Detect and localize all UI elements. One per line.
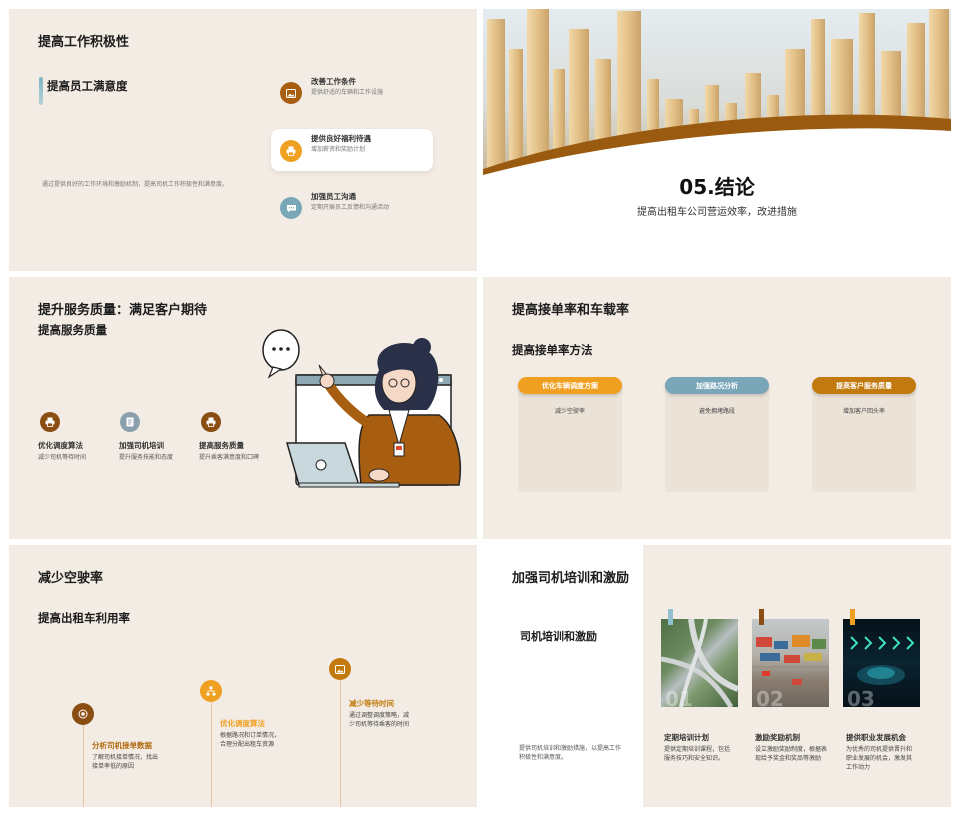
card-title-1: 定期培训计划: [664, 733, 709, 742]
slide-subtitle: 提高出租车公司营运效率，改进措施: [637, 207, 797, 218]
target-icon: [72, 703, 94, 725]
card-number-3: 03: [847, 687, 875, 707]
slide-title: 05.结论: [679, 175, 755, 199]
port-photo: 02: [752, 619, 829, 707]
slide-title: 减少空驶率: [38, 571, 104, 586]
item-desc-1: 了解司机接单情况，找出接单率低的原因: [92, 754, 159, 770]
slide-conclusion[interactable]: 05.结论 提高出租车公司营运效率，改进措施: [483, 9, 951, 271]
slide-subtitle: 提高出租车利用率: [38, 611, 130, 625]
slide-title: 加强司机培训和激励: [512, 571, 630, 586]
slide-description: 提供司机培训和激励措施，以提高工作积极性和满意度。: [519, 745, 622, 761]
card-number-2: 02: [756, 687, 784, 707]
item-desc-1: 减少司机等待时间: [38, 454, 87, 461]
card-tag-3: [850, 609, 855, 625]
printer-icon: [40, 412, 60, 432]
wave-decoration: [483, 114, 951, 179]
item-title-1: 优化调度算法: [38, 441, 83, 450]
slide-title: 提升服务质量：满足客户期待: [38, 303, 208, 318]
card-desc-2: 设立激励奖励制度，根据表现给予奖金和奖品等激励: [755, 746, 828, 762]
item-title-1: 改善工作条件: [311, 77, 356, 86]
slide-subtitle: 司机培训和激励: [520, 630, 597, 643]
woman-laptop-illustration: [262, 329, 461, 488]
slide-order-rate[interactable]: 提高接单率和车载率 提高接单率方法 优化车辆调度方案 减少空驶率 加强路况分析 …: [483, 277, 951, 539]
slide-subtitle: 提高员工满意度: [47, 79, 128, 93]
slide-subtitle: 提高服务质量: [38, 323, 107, 337]
item-title-3: 提高服务质量: [199, 441, 244, 450]
item-title-1: 分析司机接单数据: [92, 741, 152, 750]
card-number-1: 01: [665, 687, 693, 707]
slide-title: 提高工作积极性: [38, 35, 130, 50]
image-icon: [280, 82, 302, 104]
method-pill-3: 提高客户服务质量: [812, 377, 916, 394]
slide-service-quality[interactable]: 提升服务质量：满足客户期待 提高服务质量 优化调度算法 减少司机等待时间 加强司…: [9, 277, 477, 539]
image-icon: [329, 658, 351, 680]
tech-photo: 03: [843, 619, 920, 707]
method-card-2: [665, 384, 769, 492]
slide-subtitle: 提高接单率方法: [512, 343, 593, 357]
method-card-3: [812, 384, 916, 492]
item-title-2: 优化调度算法: [220, 719, 265, 728]
card-title-3: 提供职业发展机会: [846, 733, 906, 742]
highway-photo: 01: [661, 619, 738, 707]
chat-icon: [280, 197, 302, 219]
method-desc-1: 减少空驶率: [554, 408, 585, 415]
card-desc-1: 提供定期培训课程，包括服务技巧和安全知识。: [664, 746, 731, 762]
method-desc-2: 避免拥堵路段: [698, 408, 735, 415]
network-icon: [200, 680, 222, 702]
slide-empty-rate[interactable]: 减少空驶率 提高出租车利用率 分析司机接单数据 了解司机接单情况，找出接单率低的…: [9, 545, 477, 807]
item-title-3: 减少等待时间: [349, 699, 394, 708]
item-desc-3: 定期开展员工反馈和沟通活动: [311, 204, 390, 211]
slide-driver-training[interactable]: 加强司机培训和激励 司机培训和激励 提供司机培训和激励措施，以提高工作积极性和满…: [483, 545, 951, 807]
item-desc-3: 通过调整调度策略，减少司机等待乘客的时间: [349, 712, 410, 728]
item-desc-2: 根据路况和订单情况，合理分配出租车资源: [220, 732, 281, 748]
card-tag-1: [668, 609, 673, 625]
item-title-3: 加强员工沟通: [311, 192, 356, 201]
item-desc-1: 提供舒适的车辆和工作设施: [311, 89, 384, 96]
slide-description: 通过提供良好的工作环境和激励机制，提高司机工作积极性和满意度。: [42, 181, 229, 188]
method-pill-1: 优化车辆调度方案: [518, 377, 622, 394]
document-icon: [120, 412, 140, 432]
slide-work-motivation[interactable]: 提高工作积极性 提高员工满意度 通过提供良好的工作环境和激励机制，提高司机工作积…: [9, 9, 477, 271]
slide-title: 提高接单率和车载率: [512, 303, 630, 318]
accent-bar: [39, 77, 43, 105]
item-desc-2: 增加薪资和奖励计划: [311, 146, 366, 153]
slide-grid: 提高工作积极性 提高员工满意度 通过提供良好的工作环境和激励机制，提高司机工作积…: [0, 0, 960, 816]
method-desc-3: 增加客户回头率: [842, 408, 885, 415]
item-desc-2: 提升服务技能和态度: [119, 454, 174, 461]
card-desc-3: 为优秀的司机提供晋升和职业发展的机会，激发其工作动力: [846, 746, 913, 771]
item-desc-3: 提升乘客满意度和口碑: [199, 454, 260, 461]
method-pill-2: 加强路况分析: [665, 377, 769, 394]
item-title-2: 加强司机培训: [119, 441, 164, 450]
printer-icon: [280, 140, 302, 162]
card-tag-2: [759, 609, 764, 625]
card-title-2: 激励奖励机制: [755, 733, 800, 742]
method-card-1: [518, 384, 622, 492]
printer-icon: [201, 412, 221, 432]
item-title-2: 提供良好福利待遇: [311, 134, 371, 143]
